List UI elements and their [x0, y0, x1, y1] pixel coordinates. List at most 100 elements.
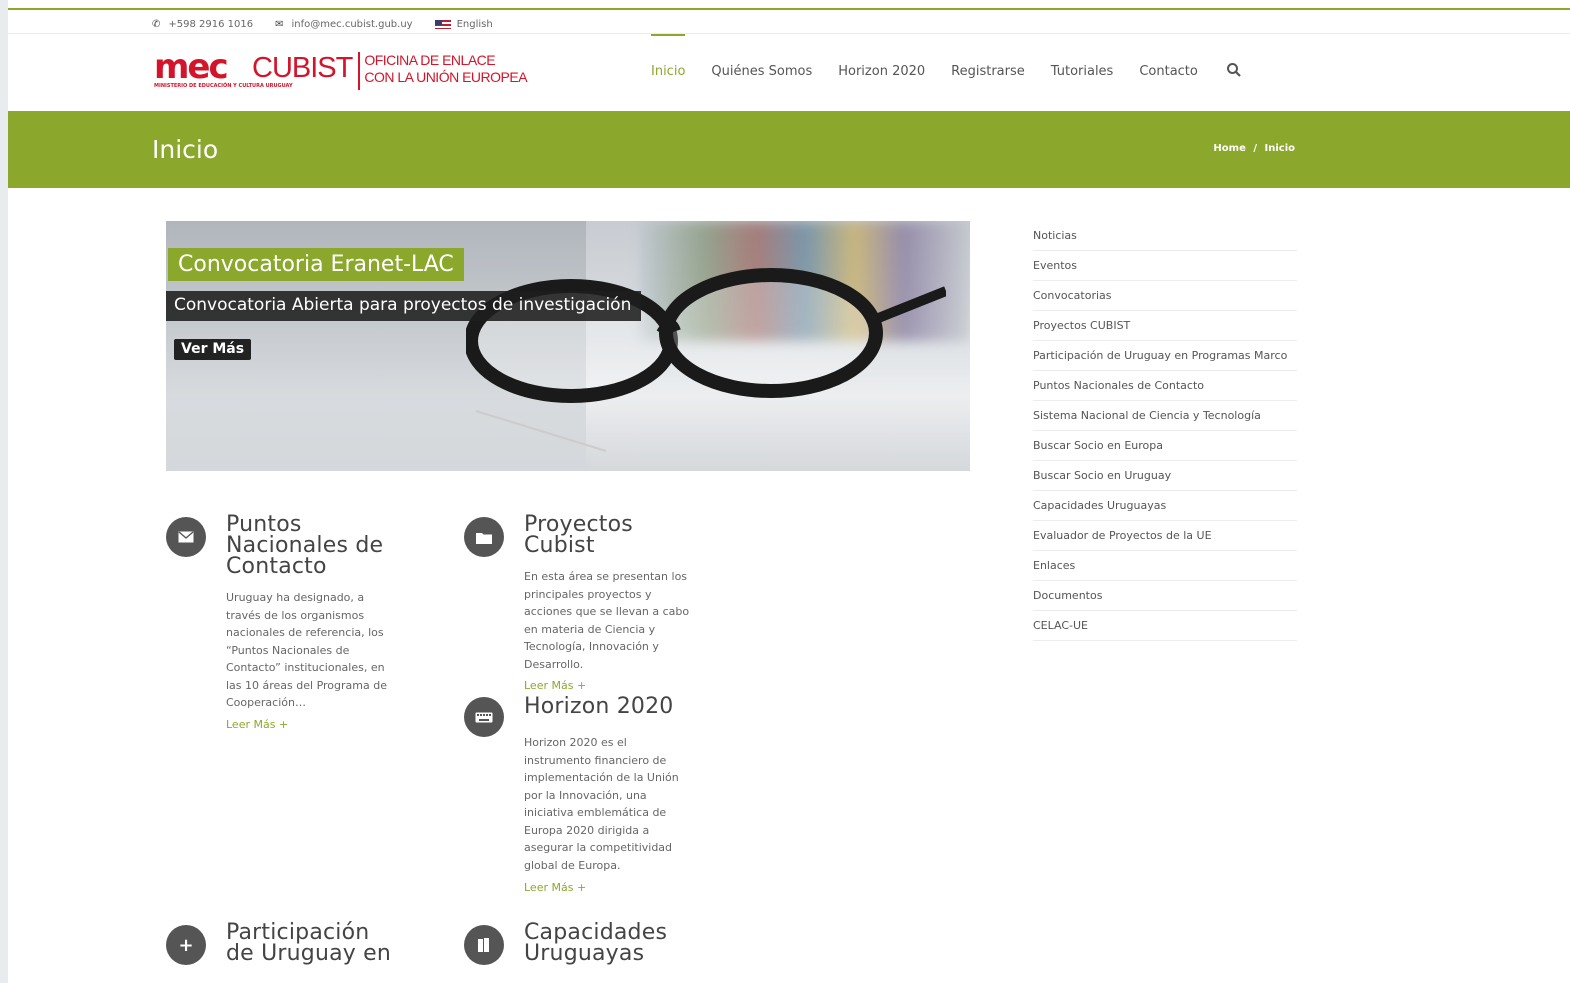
feature-title-line: Participación — [226, 920, 370, 945]
us-flag-icon — [434, 19, 451, 29]
nav-item-quienes-somos[interactable]: Quiénes Somos — [711, 34, 812, 110]
feature-text-line: implementación de la Unión — [524, 771, 679, 784]
feature-proyectos-cubist: Proyectos Cubist En esta área se present… — [464, 512, 724, 697]
cubist-wordmark: CUBIST — [252, 52, 353, 84]
page-title: Inicio — [152, 135, 219, 164]
main-nav: Inicio Quiénes Somos Horizon 2020 Regist… — [651, 34, 1242, 110]
breadcrumb-current: Inicio — [1264, 143, 1296, 154]
feature-text-line: principales proyectos y — [524, 587, 652, 601]
book-icon — [464, 925, 504, 965]
sidebar-item-socio-europa[interactable]: Buscar Socio en Europa — [1033, 431, 1297, 461]
phone-number: +598 2916 1016 — [168, 18, 254, 30]
leer-mas-link[interactable]: Leer Más + — [226, 718, 288, 731]
feature-capacidades: Capacidades Uruguayas — [464, 920, 724, 981]
feature-text-line: Tecnología, Innovación y — [524, 640, 659, 653]
sidebar-item-eventos[interactable]: Eventos — [1033, 251, 1297, 281]
keyboard-icon — [464, 697, 504, 737]
site-logo[interactable]: mec MINISTERIO DE EDUCACIÓN Y CULTURA UR… — [154, 47, 528, 92]
ver-mas-button[interactable]: Ver Más — [174, 339, 252, 360]
nav-item-contacto[interactable]: Contacto — [1139, 34, 1198, 110]
breadcrumb: Home / Inicio — [1211, 143, 1297, 154]
nav-item-inicio[interactable]: Inicio — [651, 34, 686, 110]
office-line-1: OFICINA DE ENLACE — [364, 52, 496, 68]
office-line-2: CON LA UNIÓN EUROPEA — [364, 69, 528, 85]
feature-text-line: por la Innovación, una — [524, 788, 647, 802]
email-contact[interactable]: ✉ info@mec.cubist.gub.uy — [275, 19, 412, 30]
sidebar-item-celac-ue[interactable]: CELAC-UE — [1033, 611, 1297, 641]
email-address: info@mec.cubist.gub.uy — [291, 18, 413, 30]
feature-title-line: de Uruguay en — [226, 941, 392, 966]
feature-text-line: Europa 2020 dirigida a — [524, 823, 650, 837]
feature-title-line: Capacidades — [524, 920, 668, 945]
sidebar-item-participacion[interactable]: Participación de Uruguay en Programas Ma… — [1033, 341, 1297, 371]
sidebar-item-proyectos-cubist[interactable]: Proyectos CUBIST — [1033, 311, 1297, 341]
office-name: OFICINA DE ENLACE CON LA UNIÓN EUROPEA — [364, 52, 527, 86]
feature-text-line: nacionales de referencia, los — [226, 626, 384, 639]
sidebar-menu: Noticias Eventos Convocatorias Proyectos… — [1033, 221, 1297, 641]
feature-text-line: En esta área se presentan los — [524, 570, 688, 583]
feature-text-line: global de Europa. — [524, 858, 621, 872]
search-icon[interactable] — [1226, 62, 1242, 82]
left-edge-strip — [0, 0, 8, 983]
feature-puntos-nacionales: Puntos Nacionales de Contacto Uruguay ha… — [166, 512, 426, 747]
feature-text-line: instrumento financiero de — [524, 753, 667, 767]
feature-text-line: acciones que se llevan a cabo — [524, 605, 690, 618]
feature-title-line: Nacionales de — [226, 533, 384, 558]
leer-mas-link[interactable]: Leer Más + — [524, 679, 586, 692]
hero-slider[interactable]: Convocatoria Eranet-LAC Convocatoria Abi… — [166, 221, 970, 471]
feature-title[interactable]: Participación de Uruguay en — [226, 920, 392, 966]
sidebar-item-capacidades[interactable]: Capacidades Uruguayas — [1033, 491, 1297, 521]
envelope-icon — [166, 517, 206, 557]
feature-text-line: Uruguay ha designado, a — [226, 591, 365, 604]
feature-title[interactable]: Horizon 2020 — [524, 694, 674, 719]
feature-text-line: Cooperación… — [226, 696, 306, 709]
feature-title[interactable]: Capacidades Uruguayas — [524, 920, 668, 966]
feature-description: Uruguay ha designado, a través de los or… — [226, 589, 387, 712]
language-label: English — [456, 18, 493, 30]
phone-icon: ✆ — [152, 18, 161, 30]
feature-text-line: Desarrollo. — [524, 657, 584, 671]
nav-item-registrarse[interactable]: Registrarse — [951, 34, 1025, 110]
feature-participacion: + Participación de Uruguay en — [166, 920, 426, 981]
feature-text-line: en materia de Ciencia y — [524, 622, 656, 636]
feature-description: Horizon 2020 es el instrumento financier… — [524, 734, 679, 874]
page-title-bar: Inicio Home / Inicio — [8, 111, 1570, 188]
sidebar-item-puntos-nacionales[interactable]: Puntos Nacionales de Contacto — [1033, 371, 1297, 401]
feature-horizon-2020: Horizon 2020 Horizon 2020 es el instrume… — [464, 694, 724, 904]
sidebar-item-documentos[interactable]: Documentos — [1033, 581, 1297, 611]
sidebar-item-evaluador[interactable]: Evaluador de Proyectos de la UE — [1033, 521, 1297, 551]
folder-icon — [464, 517, 504, 557]
top-contact-bar: ✆ +598 2916 1016 ✉ info@mec.cubist.gub.u… — [152, 17, 515, 31]
slide-title: Convocatoria Eranet-LAC — [168, 248, 464, 281]
envelope-icon: ✉ — [275, 18, 284, 30]
feature-text-line: las 10 áreas del Programa de — [226, 678, 387, 692]
feature-title-line: Horizon 2020 — [524, 694, 674, 719]
feature-title-line: Proyectos — [524, 512, 633, 537]
sidebar-item-enlaces[interactable]: Enlaces — [1033, 551, 1297, 581]
nav-item-horizon-2020[interactable]: Horizon 2020 — [838, 34, 925, 110]
feature-title[interactable]: Proyectos Cubist — [524, 512, 633, 558]
sidebar-item-convocatorias[interactable]: Convocatorias — [1033, 281, 1297, 311]
sidebar-item-sistema-nacional[interactable]: Sistema Nacional de Ciencia y Tecnología — [1033, 401, 1297, 431]
feature-title[interactable]: Puntos Nacionales de Contacto — [226, 512, 384, 578]
logo-divider — [358, 52, 361, 90]
slide-subtitle: Convocatoria Abierta para proyectos de i… — [166, 291, 642, 321]
feature-text-line: Contacto” institucionales, en — [226, 661, 385, 674]
feature-text-line: “Puntos Nacionales de — [226, 643, 350, 657]
phone-contact[interactable]: ✆ +598 2916 1016 — [152, 19, 253, 30]
sidebar-item-socio-uruguay[interactable]: Buscar Socio en Uruguay — [1033, 461, 1297, 491]
nav-item-tutoriales[interactable]: Tutoriales — [1051, 34, 1114, 110]
feature-title-line: Puntos — [226, 512, 302, 537]
breadcrumb-home[interactable]: Home — [1213, 143, 1245, 154]
leer-mas-link[interactable]: Leer Más + — [524, 881, 586, 894]
mec-wordmark: mec — [154, 47, 229, 87]
feature-title-line: Uruguayas — [524, 941, 645, 966]
breadcrumb-separator: / — [1253, 143, 1258, 154]
sidebar-item-noticias[interactable]: Noticias — [1033, 221, 1297, 251]
feature-text-line: Horizon 2020 es el — [524, 736, 627, 749]
ministry-text: MINISTERIO DE EDUCACIÓN Y CULTURA URUGUA… — [154, 83, 293, 89]
mec-logo: mec MINISTERIO DE EDUCACIÓN Y CULTURA UR… — [154, 47, 293, 92]
language-switch[interactable]: English — [434, 18, 493, 30]
feature-title-line: Cubist — [524, 533, 595, 558]
feature-description: En esta área se presentan los principale… — [524, 568, 689, 673]
